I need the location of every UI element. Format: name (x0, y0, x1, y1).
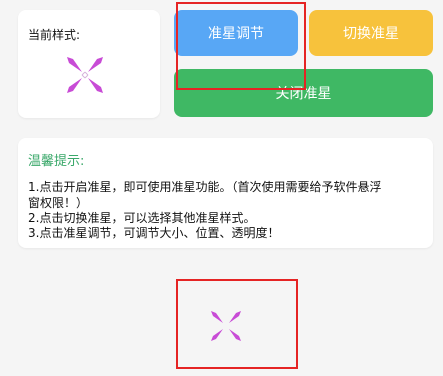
tips-line: 1.点击开启准星，即可使用准星功能。（首次使用需要给予软件悬浮 (28, 180, 382, 194)
current-style-label: 当前样式: (28, 28, 81, 42)
switch-crosshair-button[interactable]: 切换准星 (309, 10, 433, 56)
floating-crosshair-icon (211, 311, 241, 341)
tips-title: 温馨提示: (28, 154, 85, 169)
close-crosshair-button[interactable]: 关闭准星 (174, 69, 433, 117)
crosshair-icon (67, 57, 103, 93)
tips-card: 温馨提示: 1.点击开启准星，即可使用准星功能。（首次使用需要给予软件悬浮 窗权… (18, 138, 433, 248)
app-screen: 当前样式: 准星调节 切换准星 关闭准星 温馨提示: 1.点击开启准星，即可使用… (0, 0, 443, 376)
current-style-card: 当前样式: (18, 10, 160, 118)
crosshair-adjust-button[interactable]: 准星调节 (174, 10, 298, 56)
tips-line: 3.点击准星调节，可调节大小、位置、透明度！ (28, 226, 280, 240)
